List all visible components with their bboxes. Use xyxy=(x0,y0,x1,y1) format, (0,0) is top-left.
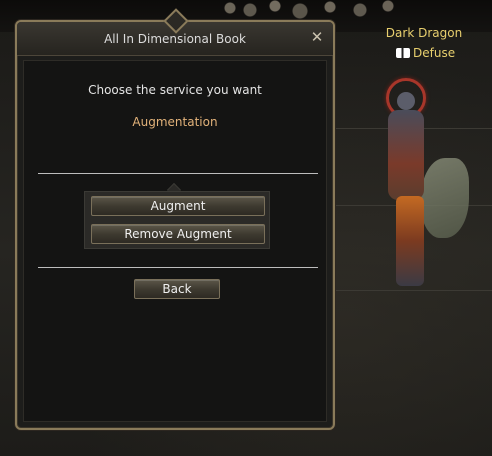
service-subtitle: Augmentation xyxy=(132,115,218,129)
dialog-titlebar[interactable]: All In Dimensional Book ✕ xyxy=(17,8,333,56)
remove-augment-button[interactable]: Remove Augment xyxy=(91,224,265,244)
dialog-content: Choose the service you want Augmentation… xyxy=(23,60,327,422)
service-prompt: Choose the service you want xyxy=(88,83,262,97)
dialog-title: All In Dimensional Book xyxy=(104,32,246,46)
options-panel: Augment Remove Augment xyxy=(84,191,270,249)
character-wing xyxy=(421,158,469,238)
back-button[interactable]: Back xyxy=(134,279,220,299)
dialog-window: All In Dimensional Book ✕ Choose the ser… xyxy=(15,8,335,430)
character-legs xyxy=(396,196,424,286)
divider xyxy=(38,267,318,268)
character-body xyxy=(388,110,424,200)
background-rocks xyxy=(220,0,400,22)
npc-name: Defuse xyxy=(413,46,456,60)
npc-name-row: Defuse xyxy=(396,46,455,60)
clan-crest-icon xyxy=(396,48,410,58)
npc-title: Dark Dragon xyxy=(385,26,463,40)
npc-character[interactable] xyxy=(366,78,476,298)
augment-button[interactable]: Augment xyxy=(91,196,265,216)
divider xyxy=(38,173,318,174)
character-head xyxy=(397,92,415,110)
close-button[interactable]: ✕ xyxy=(309,29,325,45)
